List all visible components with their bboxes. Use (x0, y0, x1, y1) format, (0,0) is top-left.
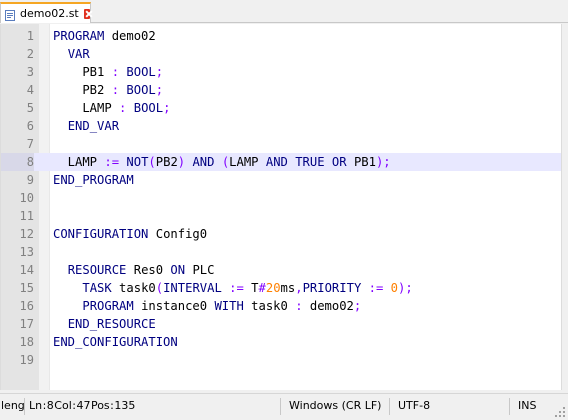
code-line[interactable]: 1 PROGRAM demo02 (1, 27, 561, 45)
line-number: 4 (26, 83, 34, 97)
code-line[interactable]: 3 PB1 : BOOL; (1, 63, 561, 81)
code-text: LAMP := NOT(PB2) AND (LAMP AND TRUE OR P… (53, 155, 391, 169)
code-line[interactable]: 7 (1, 135, 561, 153)
status-bar: leng Ln : 8 Col : 47 Pos : 135 Windows (… (0, 393, 568, 420)
line-number: 14 (19, 263, 34, 277)
line-number: 5 (26, 101, 34, 115)
code-line[interactable]: 17 END_RESOURCE (1, 315, 561, 333)
code-line[interactable]: 15 TASK task0(INTERVAL := T#20ms,PRIORIT… (1, 279, 561, 297)
tab-label: demo02.st (20, 7, 79, 20)
code-text: VAR (67, 47, 90, 61)
code-text: PROGRAM demo02 (53, 29, 156, 43)
file-icon (4, 7, 17, 21)
code-line[interactable]: 11 (1, 207, 561, 225)
line-number: 12 (19, 227, 34, 241)
line-number: 7 (26, 137, 34, 151)
code-line[interactable]: 9 END_PROGRAM (1, 171, 561, 189)
code-text: PB2 : BOOL; (53, 83, 164, 97)
code-line[interactable]: 6 END_VAR (1, 117, 561, 135)
line-number: 3 (26, 65, 34, 79)
line-number: 6 (26, 119, 34, 133)
status-length: leng (1, 399, 25, 412)
line-number: 8 (1, 153, 34, 171)
line-number: 9 (26, 173, 34, 187)
status-eol[interactable]: Windows (CR LF) (289, 394, 381, 420)
status-divider (389, 398, 390, 415)
code-line[interactable]: 10 (1, 189, 561, 207)
line-number: 2 (26, 47, 34, 61)
tab-bar: demo02.st (0, 0, 568, 23)
status-divider (509, 398, 510, 415)
status-divider (280, 398, 281, 415)
code-line[interactable]: 18 END_CONFIGURATION (1, 333, 561, 351)
status-insert-mode[interactable]: INS (518, 394, 536, 420)
code-line[interactable]: 19 (1, 351, 561, 369)
line-number: 17 (19, 317, 34, 331)
tab-demo02[interactable]: demo02.st (0, 2, 91, 23)
code-line[interactable]: 16 PROGRAM instance0 WITH task0 : demo02… (1, 297, 561, 315)
line-number: 11 (19, 209, 34, 223)
code-text: END_RESOURCE (67, 317, 156, 331)
code-text: END_CONFIGURATION (53, 335, 178, 349)
status-encoding[interactable]: UTF-8 (398, 394, 430, 420)
code-line[interactable]: 13 (1, 243, 561, 261)
code-line[interactable]: 5 LAMP : BOOL; (1, 99, 561, 117)
status-position: Ln : 8 Col : 47 Pos : 135 (29, 399, 136, 412)
close-icon[interactable] (83, 8, 90, 19)
code-line[interactable]: 4 PB2 : BOOL; (1, 81, 561, 99)
line-number: 15 (19, 281, 34, 295)
code-text: RESOURCE Res0 ON PLC (67, 263, 215, 277)
resize-grip-icon[interactable] (554, 406, 566, 418)
code-text: END_VAR (67, 119, 120, 133)
code-text: PB1 : BOOL; (53, 65, 164, 79)
code-text: END_PROGRAM (53, 173, 134, 187)
line-number: 19 (19, 353, 34, 367)
code-line[interactable]: 14 RESOURCE Res0 ON PLC (1, 261, 561, 279)
line-number: 10 (19, 191, 34, 205)
line-number: 13 (19, 245, 34, 259)
status-divider (24, 398, 25, 415)
code-text: LAMP : BOOL; (53, 101, 171, 115)
code-text: PROGRAM instance0 WITH task0 : demo02; (82, 299, 362, 313)
line-number: 16 (19, 299, 34, 313)
code-text: TASK task0(INTERVAL := T#20ms,PRIORITY :… (82, 281, 413, 295)
code-line[interactable]: 12 CONFIGURATION Config0 (1, 225, 561, 243)
line-number: 1 (26, 29, 34, 43)
code-line[interactable]: 2 VAR (1, 45, 561, 63)
code-editor[interactable]: 1 PROGRAM demo02 2 VAR 3 PB1 : BOOL; 4 PB2 :… (0, 24, 562, 390)
code-line[interactable]: 8 LAMP := NOT(PB2) AND (LAMP AND TRUE OR… (1, 153, 561, 171)
line-number: 18 (19, 335, 34, 349)
code-text: CONFIGURATION Config0 (53, 227, 208, 241)
